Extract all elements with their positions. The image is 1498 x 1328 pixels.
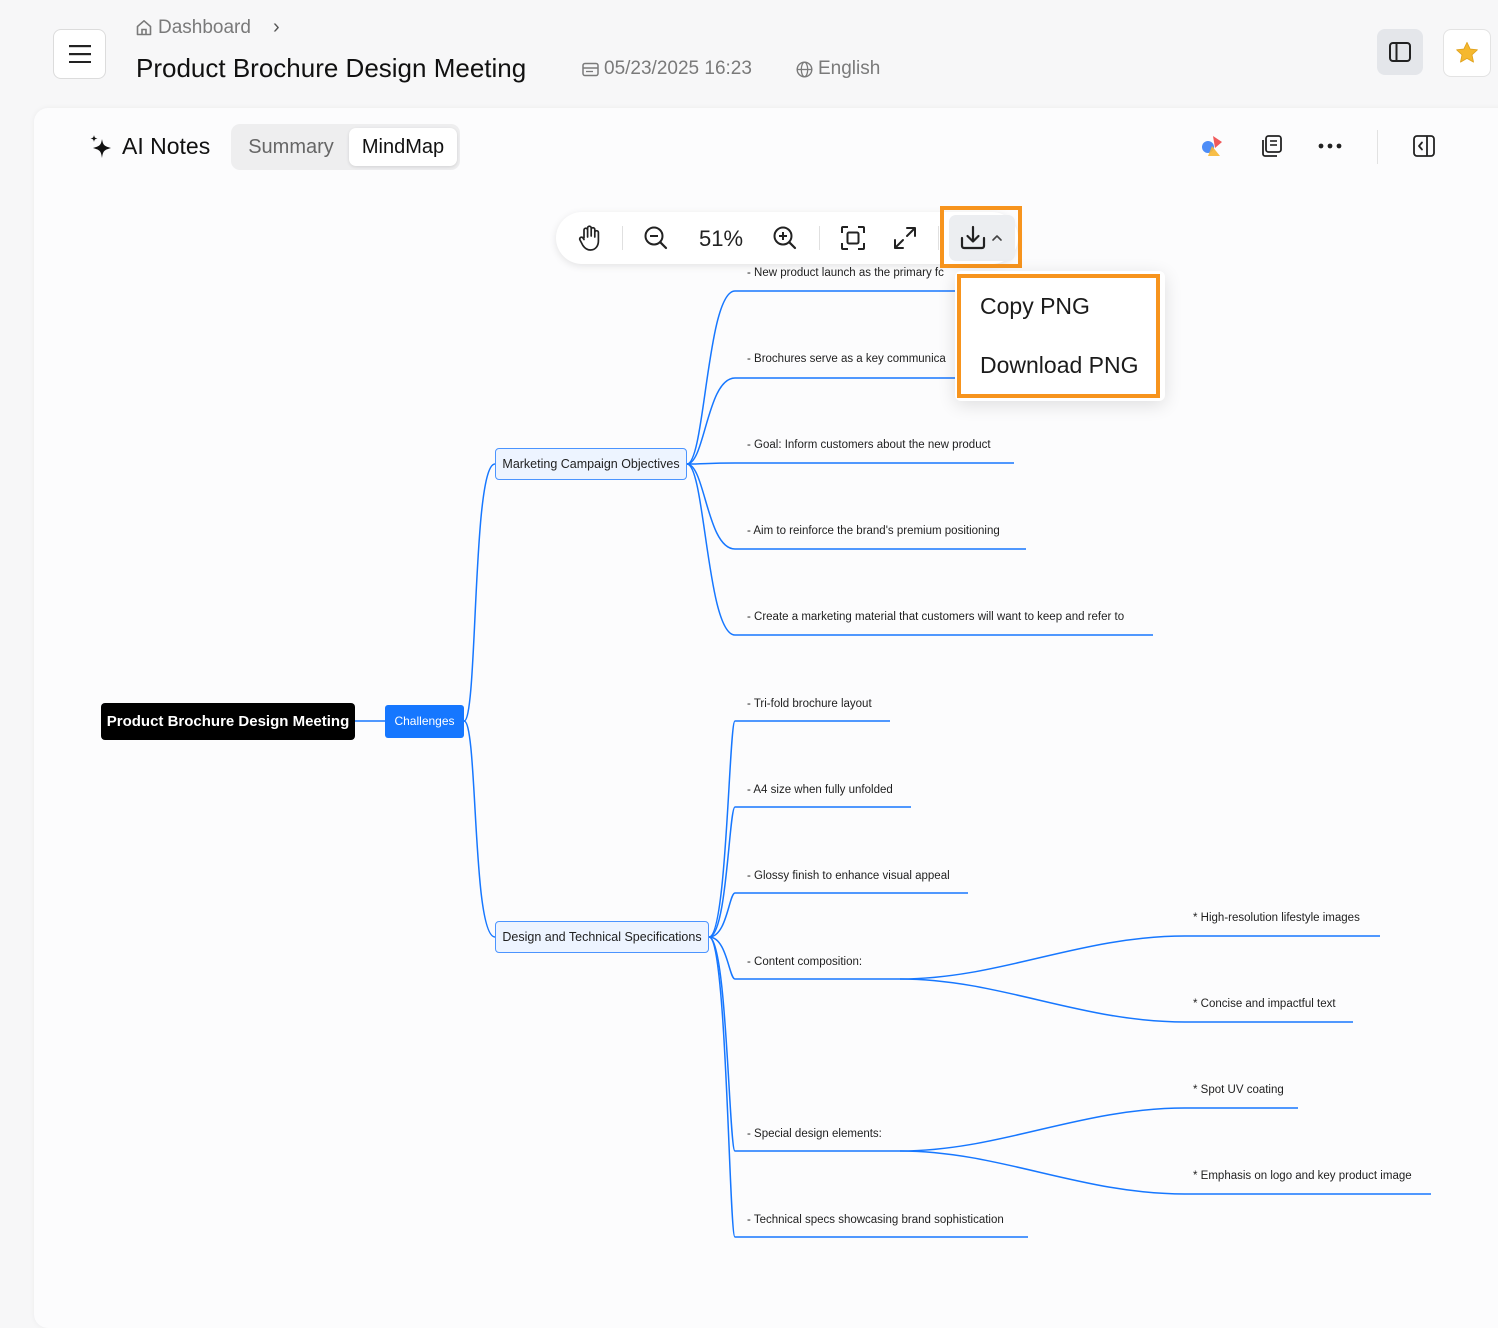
mindmap-node-design-specs[interactable]: Design and Technical Specifications — [495, 921, 709, 953]
mindmap-node-challenges[interactable]: Challenges — [385, 705, 464, 738]
toolbar-separator — [819, 226, 820, 250]
mindmap-leaf[interactable]: - A4 size when fully unfolded — [747, 784, 893, 796]
zoom-out-icon[interactable] — [642, 224, 670, 252]
mindmap-connector — [708, 892, 968, 938]
highlight-download-button — [940, 206, 1022, 268]
highlight-download-menu — [957, 274, 1160, 398]
mindmap-node-marketing-objectives[interactable]: Marketing Campaign Objectives — [495, 448, 687, 480]
zoom-level: 51% — [698, 226, 744, 251]
toolbar-separator — [622, 226, 623, 250]
mindmap-leaf[interactable]: - Glossy finish to enhance visual appeal — [747, 870, 950, 882]
fit-screen-icon[interactable] — [839, 224, 867, 252]
mindmap-subleaf[interactable]: * Spot UV coating — [1193, 1084, 1284, 1096]
mindmap-connector — [899, 935, 1380, 980]
mindmap-connections — [355, 290, 1431, 1238]
mindmap-subleaf[interactable]: * Emphasis on logo and key product image — [1193, 1170, 1412, 1182]
mindmap-leaf[interactable]: - Aim to reinforce the brand's premium p… — [747, 525, 1000, 537]
mindmap-leaf[interactable]: - New product launch as the primary fc — [747, 267, 944, 279]
mindmap-connector — [463, 720, 496, 938]
mindmap-connector — [708, 936, 900, 1152]
mindmap-connector — [899, 1107, 1298, 1152]
hand-icon[interactable] — [576, 224, 604, 252]
fullscreen-icon[interactable] — [891, 224, 919, 252]
mindmap-connector — [708, 720, 890, 938]
mindmap-leaf[interactable]: - Tri-fold brochure layout — [747, 698, 872, 710]
mindmap-connector — [686, 462, 1014, 465]
mindmap-connector — [463, 463, 496, 722]
mindmap-connector — [708, 936, 1028, 1238]
mindmap-leaf[interactable]: - Brochures serve as a key communica — [747, 353, 946, 365]
mindmap-leaf[interactable]: - Technical specs showcasing brand sophi… — [747, 1214, 1004, 1226]
zoom-in-icon[interactable] — [771, 224, 799, 252]
mindmap-leaf[interactable]: - Create a marketing material that custo… — [747, 611, 1124, 623]
mindmap-leaf[interactable]: - Goal: Inform customers about the new p… — [747, 439, 991, 451]
mindmap-subleaf[interactable]: * High-resolution lifestyle images — [1193, 912, 1360, 924]
mindmap-subleaf[interactable]: * Concise and impactful text — [1193, 998, 1336, 1010]
mindmap-leaf[interactable]: - Special design elements: — [747, 1128, 882, 1140]
mindmap-root-node[interactable]: Product Brochure Design Meeting — [101, 703, 355, 740]
mindmap-leaf[interactable]: - Content composition: — [747, 956, 862, 968]
toolbar-separator — [938, 226, 939, 250]
